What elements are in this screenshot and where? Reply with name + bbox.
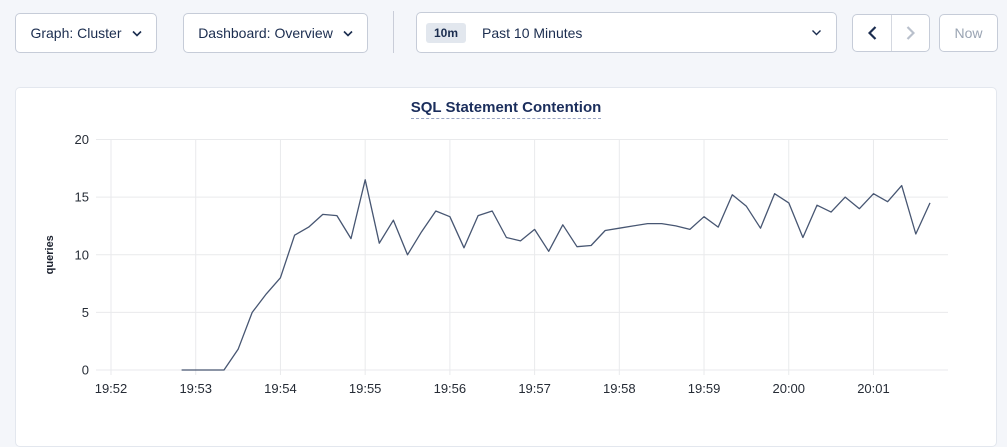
y-tick-label: 10 [75,247,89,262]
x-tick-label: 19:52 [95,381,128,396]
graph-dropdown-label: Graph: Cluster [30,25,121,41]
chevron-down-icon [343,30,353,37]
chevron-down-icon [811,29,822,36]
sql-statement-contention-chart[interactable]: 0 5 10 15 20 19:52 19:53 19:54 19:55 19:56 19:57 19… [16,88,996,444]
chevron-right-icon [906,26,915,40]
time-shift-next-button[interactable] [891,15,929,51]
time-range-picker[interactable]: 10m Past 10 Minutes [416,12,837,53]
y-tick-label: 20 [75,132,89,147]
dashboard-dropdown[interactable]: Dashboard: Overview [183,13,368,53]
dashboard-dropdown-label: Dashboard: Overview [198,25,333,41]
toolbar: Graph: Cluster Dashboard: Overview 10m P… [0,0,1007,66]
y-tick-label: 15 [75,190,89,205]
toolbar-divider [393,11,394,53]
graph-dropdown[interactable]: Graph: Cluster [15,13,157,53]
now-button[interactable]: Now [939,14,998,52]
chart-card: SQL Statement Contention 0510152019:5219… [15,87,997,447]
x-tick-label: 19:58 [603,381,636,396]
x-tick-label: 19:55 [349,381,382,396]
x-tick-label: 20:01 [857,381,890,396]
y-axis-label: queries [44,235,56,274]
x-tick-label: 19:53 [179,381,212,396]
time-shift-prev-button[interactable] [853,15,891,51]
y-tick-label: 0 [82,363,89,378]
x-tick-label: 19:54 [264,381,297,396]
chevron-down-icon [132,30,142,37]
y-tick-label: 5 [82,305,89,320]
x-tick-label: 19:59 [688,381,721,396]
x-tick-label: 20:00 [772,381,805,396]
chevron-left-icon [868,26,877,40]
x-tick-label: 19:56 [434,381,467,396]
time-range-badge: 10m [426,23,466,43]
time-range-label: Past 10 Minutes [482,25,811,41]
time-shift-button-group [852,14,930,52]
x-tick-label: 19:57 [518,381,551,396]
queries-series-line [182,180,930,370]
